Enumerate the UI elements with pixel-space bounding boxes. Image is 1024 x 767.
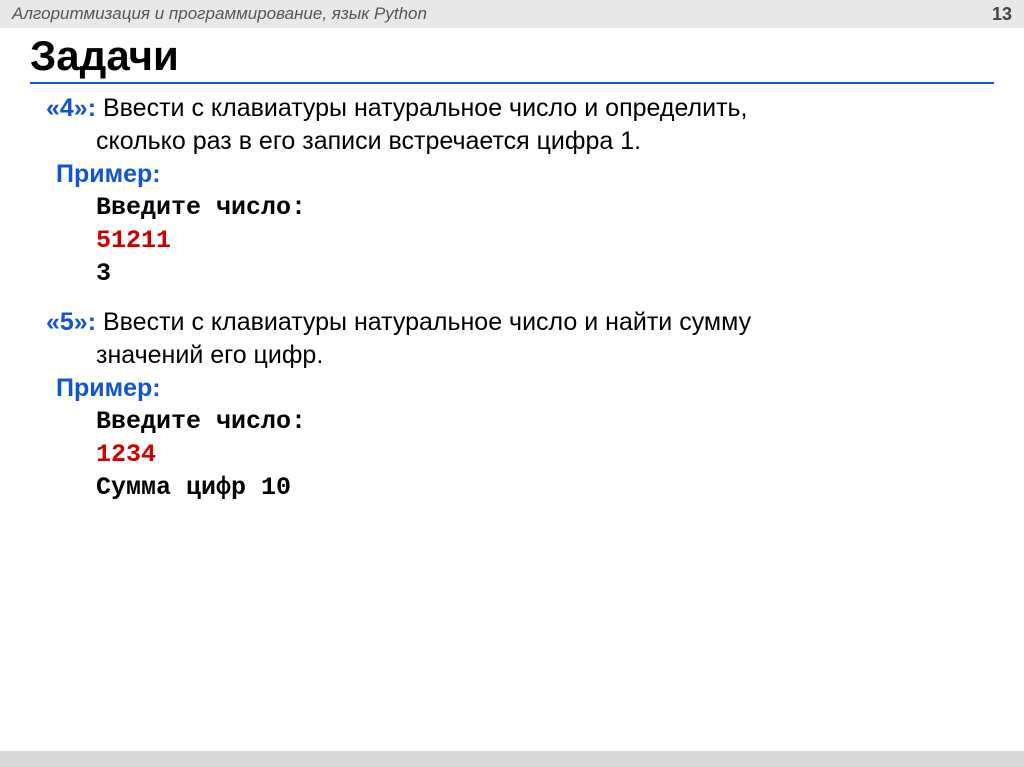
task-4: «4»: Ввести с клавиатуры натуральное чис… xyxy=(30,92,994,290)
footer-bar xyxy=(0,751,1024,767)
task-4-text-line2: сколько раз в его записи встречается циф… xyxy=(30,125,994,158)
slide-content: Задачи «4»: Ввести с клавиатуры натураль… xyxy=(0,28,1024,504)
page-number: 13 xyxy=(992,4,1012,25)
header-bar: Алгоритмизация и программирование, язык … xyxy=(0,0,1024,28)
task-4-code-2: 51211 xyxy=(30,224,994,257)
task-5-num: «5»: xyxy=(46,308,96,336)
task-5: «5»: Ввести с клавиатуры натуральное чис… xyxy=(30,306,994,504)
header-subject: Алгоритмизация и программирование, язык … xyxy=(12,4,427,24)
task-5-code-1: Введите число: xyxy=(30,405,994,438)
task-5-code-2: 1234 xyxy=(30,438,994,471)
task-4-example-label: Пример: xyxy=(30,158,994,191)
slide-title: Задачи xyxy=(30,32,994,84)
task-5-text-line1: Ввести с клавиатуры натуральное число и … xyxy=(103,308,751,336)
task-4-num: «4»: xyxy=(46,94,96,122)
task-4-code-3: 3 xyxy=(30,257,994,290)
task-4-text-line1: Ввести с клавиатуры натуральное число и … xyxy=(103,94,748,122)
task-5-example-label: Пример: xyxy=(30,372,994,405)
task-4-code-1: Введите число: xyxy=(30,191,994,224)
task-5-code-3: Сумма цифр 10 xyxy=(30,471,994,504)
task-5-text-line2: значений его цифр. xyxy=(30,339,994,372)
